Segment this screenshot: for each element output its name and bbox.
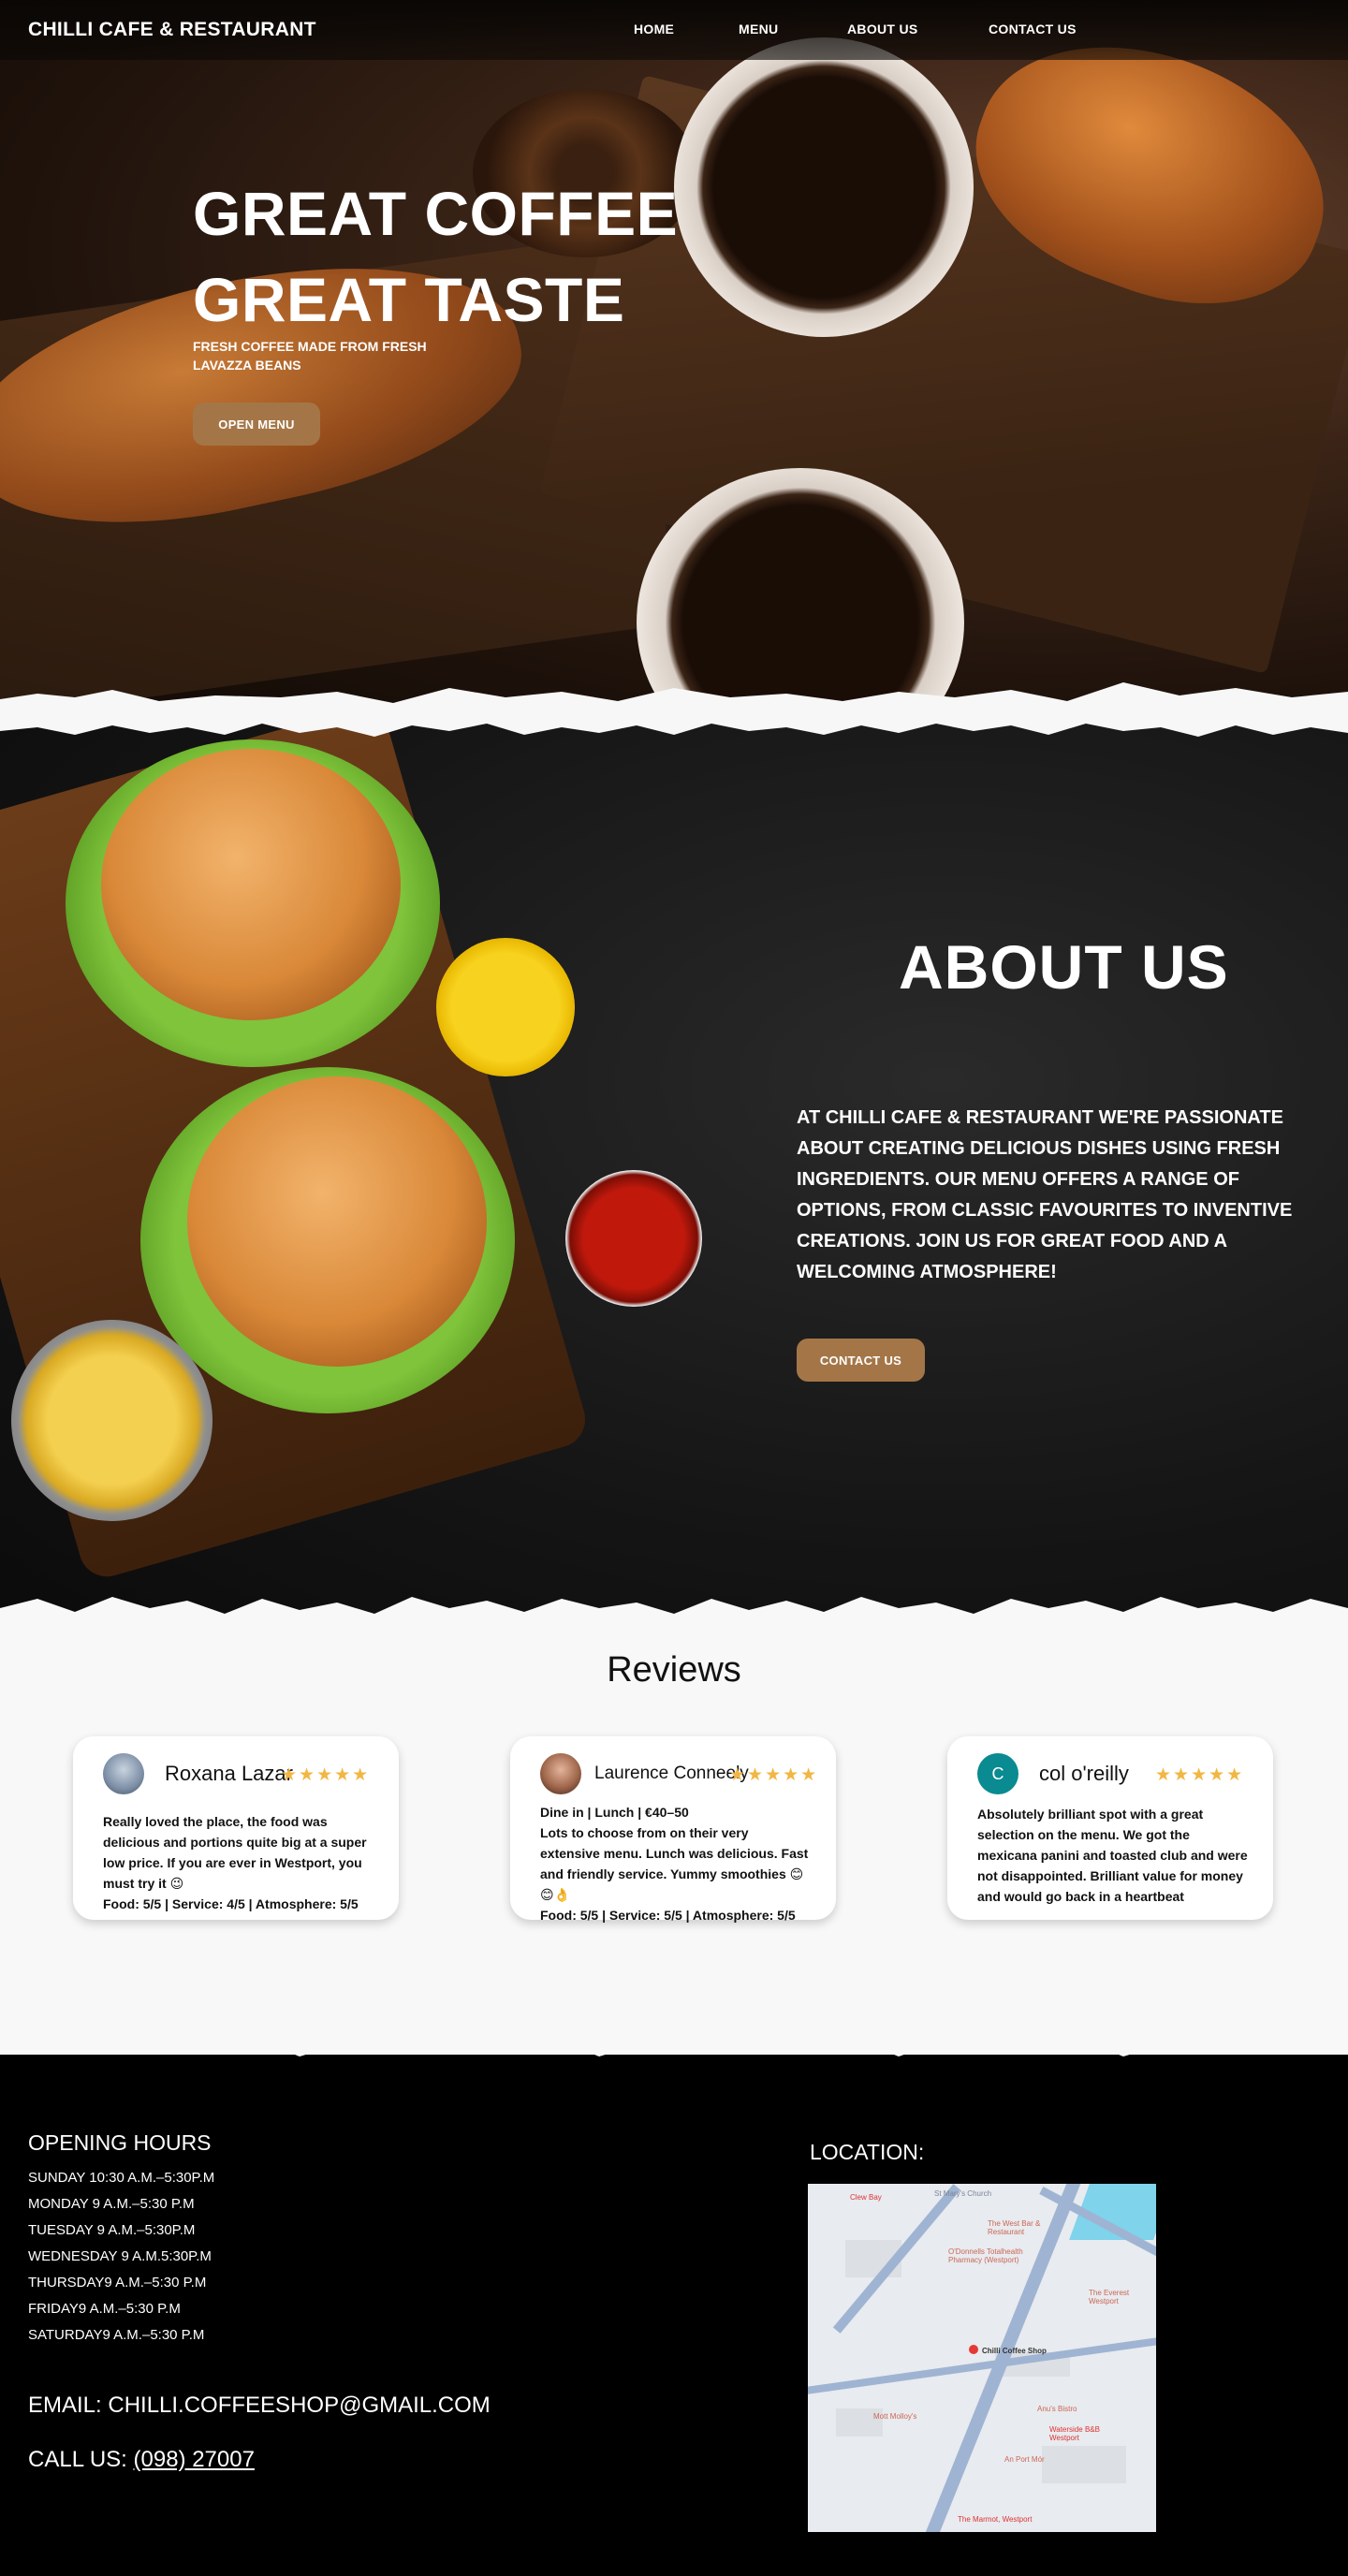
- phone-line: CALL US: (098) 27007: [28, 2447, 255, 2473]
- burger-bun-top: [101, 749, 401, 1020]
- map-label-everest: The Everest Westport: [1089, 2289, 1130, 2305]
- hours-tuesday: TUESDAY 9 A.M.–5:30P.M: [28, 2222, 196, 2238]
- about-title: ABOUT US: [899, 932, 1229, 1002]
- review-ratings: Food: 5/5 | Service: 5/5 | Atmosphere: 5…: [540, 1908, 796, 1923]
- nav-link-home[interactable]: HOME: [634, 22, 674, 37]
- hero-title-line-2: GREAT TASTE: [193, 265, 625, 334]
- avatar: [540, 1753, 581, 1794]
- review-text: Absolutely brilliant spot with a great s…: [977, 1804, 1249, 1907]
- nav-link-menu[interactable]: MENU: [739, 22, 778, 37]
- review-body: Really loved the place, the food was del…: [103, 1814, 367, 1891]
- avatar: C: [977, 1753, 1018, 1794]
- email-line: EMAIL: CHILLI.COFFEESHOP@GMAIL.COM: [28, 2393, 491, 2419]
- hero-section: GREAT COFFEE GREAT TASTE FRESH COFFEE MA…: [0, 0, 1348, 711]
- hours-monday: MONDAY 9 A.M.–5:30 P.M: [28, 2196, 195, 2212]
- location-map[interactable]: Chilli Coffee Shop Clew Bay St Mary's Ch…: [808, 2184, 1156, 2532]
- burger-bun-bottom: [187, 1076, 487, 1367]
- map-label-pharmacy: O'Donnells Totalhealth Pharmacy (Westpor…: [948, 2247, 1023, 2264]
- fries-bucket: [11, 1320, 212, 1521]
- ketchup-jar: [565, 1170, 702, 1307]
- torn-paper-divider-bottom: [0, 2027, 1348, 2056]
- reviewer-name: Roxana Lazar: [165, 1762, 293, 1785]
- email-label: EMAIL:: [28, 2393, 109, 2418]
- star-rating: ★★★★★: [281, 1765, 371, 1785]
- footer-section: OPENING HOURS SUNDAY 10:30 A.M.–5:30P.M …: [0, 2059, 1348, 2576]
- review-card-roxana: Roxana Lazar ★★★★★ Really loved the plac…: [73, 1736, 399, 1920]
- review-card-col: C col o'reilly ★★★★★ Absolutely brillian…: [947, 1736, 1273, 1920]
- torn-paper-divider-middle: [0, 1597, 1348, 1636]
- reviews-section: Reviews Roxana Lazar ★★★★★ Really loved …: [0, 1615, 1348, 2055]
- review-text: Really loved the place, the food was del…: [103, 1811, 374, 1914]
- star-rating: ★★★★★: [1155, 1765, 1245, 1785]
- review-ratings: Food: 5/5 | Service: 4/5 | Atmosphere: 5…: [103, 1896, 359, 1911]
- reviews-title: Reviews: [607, 1650, 741, 1690]
- star-rating: ★★★★★: [729, 1765, 819, 1785]
- map-label-mott: Mott Molloy's: [873, 2412, 917, 2421]
- hours-saturday: SATURDAY9 A.M.–5:30 P.M: [28, 2327, 205, 2343]
- location-title: LOCATION:: [810, 2140, 925, 2164]
- top-navbar: CHILLI CAFE & RESTAURANT HOME MENU ABOUT…: [0, 0, 1348, 60]
- map-label-marmot: The Marmot, Westport: [958, 2515, 1033, 2524]
- hero-title: GREAT COFFEE GREAT TASTE: [193, 170, 678, 343]
- opening-hours-title: OPENING HOURS: [28, 2130, 212, 2155]
- map-block: [1042, 2446, 1126, 2483]
- nav-link-about-us[interactable]: ABOUT US: [847, 22, 918, 37]
- map-label-mall: An Port Mór: [1004, 2455, 1045, 2464]
- hero-title-line-1: GREAT COFFEE: [193, 179, 679, 248]
- phone-label: CALL US:: [28, 2447, 134, 2472]
- review-card-laurence: Laurence Conneely ★★★★★ Dine in | Lunch …: [510, 1736, 836, 1923]
- review-body: Lots to choose from on their very extens…: [540, 1825, 809, 1902]
- reviewer-name: Laurence Conneely: [594, 1764, 749, 1783]
- hero-subtitle: FRESH COFFEE MADE FROM FRESH LAVAZZA BEA…: [193, 339, 427, 373]
- review-meta: Dine in | Lunch | €40–50: [540, 1805, 689, 1820]
- mustard-jar: [436, 938, 575, 1076]
- hours-sunday: SUNDAY 10:30 A.M.–5:30P.M: [28, 2170, 215, 2186]
- map-label-st-marys: St Mary's Church: [934, 2189, 992, 2198]
- nav-link-contact-us[interactable]: CONTACT US: [989, 22, 1077, 37]
- about-description: AT CHILLI CAFE & RESTAURANT WE'RE PASSIO…: [797, 1107, 1293, 1282]
- hours-thursday: THURSDAY9 A.M.–5:30 P.M: [28, 2275, 207, 2291]
- hours-friday: FRIDAY9 A.M.–5:30 P.M: [28, 2301, 181, 2317]
- map-label-bar: Anu's Bistro: [1037, 2405, 1077, 2413]
- map-label-clew-bay: Clew Bay: [850, 2193, 882, 2202]
- hours-wednesday: WEDNESDAY 9 A.M.5:30P.M: [28, 2248, 212, 2264]
- review-text: Dine in | Lunch | €40–50 Lots to choose …: [540, 1802, 812, 1925]
- email-link[interactable]: CHILLI.COFFEESHOP@GMAIL.COM: [108, 2393, 490, 2418]
- contact-us-button[interactable]: CONTACT US: [797, 1339, 925, 1382]
- open-menu-button[interactable]: OPEN MENU: [193, 402, 320, 446]
- map-label-west-bar: The West Bar & Restaurant: [988, 2219, 1041, 2236]
- map-label-waterside: Waterside B&B Westport: [1049, 2425, 1100, 2442]
- brand-logo-text[interactable]: CHILLI CAFE & RESTAURANT: [28, 19, 316, 41]
- about-section: ABOUT US AT CHILLI CAFE & RESTAURANT WE'…: [0, 721, 1348, 1619]
- coffee-cup-top: [674, 37, 974, 337]
- map-road: [808, 2334, 1156, 2397]
- torn-paper-divider-top: [0, 682, 1348, 737]
- avatar: [103, 1753, 144, 1794]
- review-body: Absolutely brilliant spot with a great s…: [977, 1807, 1248, 1904]
- phone-link[interactable]: (098) 27007: [134, 2447, 255, 2472]
- reviewer-name: col o'reilly: [1039, 1762, 1129, 1785]
- map-pin-icon[interactable]: [969, 2345, 978, 2354]
- map-label-place: Chilli Coffee Shop: [982, 2347, 1047, 2355]
